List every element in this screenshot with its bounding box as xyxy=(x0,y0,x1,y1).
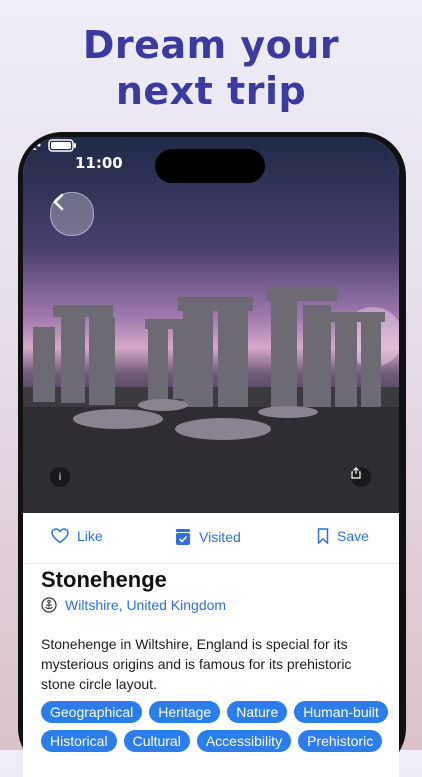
headline-line-1: Dream your xyxy=(82,23,340,67)
place-title: Stonehenge xyxy=(41,567,167,592)
location-link[interactable]: Wiltshire, United Kingdom xyxy=(41,597,226,613)
bookmark-icon xyxy=(317,528,329,544)
save-button[interactable]: Save xyxy=(317,528,369,544)
info-button[interactable]: ⅰ xyxy=(50,467,70,487)
tag-chip[interactable]: Geographical xyxy=(41,701,143,723)
tag-list: Geographical Heritage Nature Human-built… xyxy=(41,701,399,759)
wifi-icon xyxy=(25,141,41,150)
chevron-left-icon xyxy=(53,193,64,211)
like-label: Like xyxy=(77,528,103,544)
tag-chip[interactable]: Historical xyxy=(41,730,117,752)
tag-row-2: Historical Cultural Accessibility Prehis… xyxy=(41,730,399,752)
back-button[interactable] xyxy=(50,192,94,236)
heart-icon xyxy=(51,528,69,544)
location-label: Wiltshire, United Kingdom xyxy=(65,597,227,613)
headline-line-2: next trip xyxy=(115,69,307,113)
share-icon xyxy=(351,467,361,479)
visited-check-icon xyxy=(176,529,190,545)
phone-screen: 11:00 ⅰ Like Visited Save Stonehenge Wil… xyxy=(23,137,399,777)
visited-button[interactable]: Visited xyxy=(175,528,241,546)
status-icons xyxy=(25,139,76,152)
like-button[interactable]: Like xyxy=(51,528,103,544)
tag-chip[interactable]: Nature xyxy=(227,701,288,723)
place-description: Stonehenge in Wiltshire, England is spec… xyxy=(41,636,352,692)
tag-chip[interactable]: Accessibility xyxy=(196,730,292,752)
anchor-icon xyxy=(41,597,57,613)
tag-chip[interactable]: Human-built xyxy=(294,701,388,723)
hero-image: 11:00 ⅰ xyxy=(23,137,399,513)
tag-chip[interactable]: Prehistoric xyxy=(298,730,383,752)
visited-label: Visited xyxy=(199,529,241,545)
marketing-headline: Dream your next trip xyxy=(0,22,422,114)
save-label: Save xyxy=(337,528,369,544)
action-bar: Like Visited Save xyxy=(23,513,399,564)
tag-row-1: Geographical Heritage Nature Human-built xyxy=(41,701,399,723)
dynamic-island xyxy=(155,149,265,183)
tag-chip[interactable]: Heritage xyxy=(149,701,221,723)
tag-chip[interactable]: Cultural xyxy=(123,730,190,752)
share-button[interactable] xyxy=(351,467,371,487)
status-time: 11:00 xyxy=(75,154,123,172)
info-icon: ⅰ xyxy=(58,471,62,483)
